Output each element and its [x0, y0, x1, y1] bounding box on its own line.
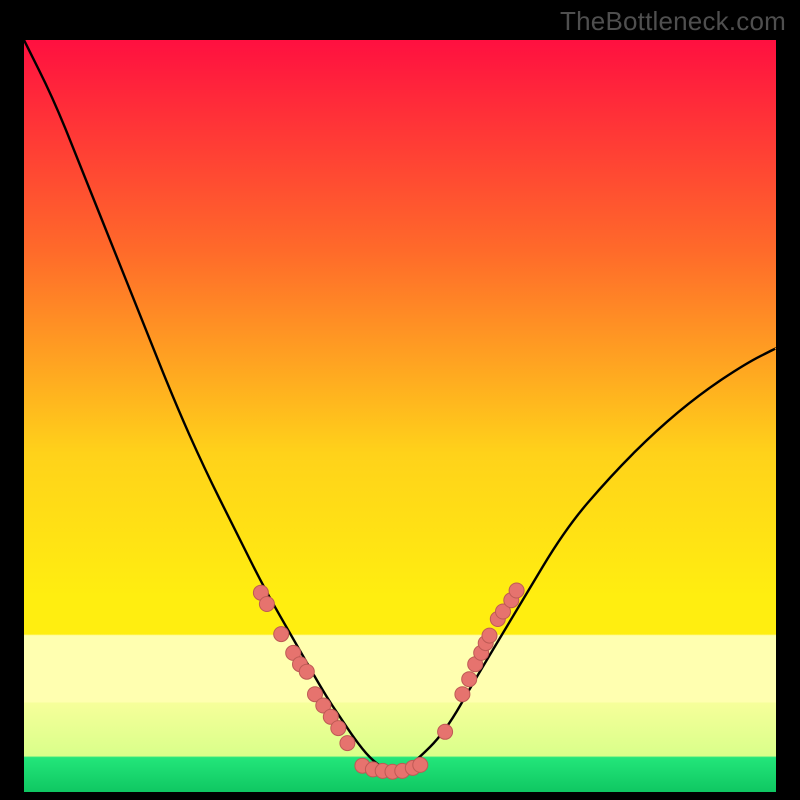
- curve-dot: [413, 757, 428, 772]
- curve-dot: [509, 583, 524, 598]
- curve-dot: [462, 672, 477, 687]
- watermark-text: TheBottleneck.com: [560, 6, 786, 37]
- curve-dot: [274, 627, 289, 642]
- curve-dot: [259, 597, 274, 612]
- gradient-background: [24, 40, 776, 792]
- curve-dot: [299, 664, 314, 679]
- curve-dot: [340, 736, 355, 751]
- curve-dot: [438, 724, 453, 739]
- bottleneck-chart: [24, 40, 776, 792]
- curve-dot: [482, 628, 497, 643]
- curve-dot: [455, 687, 470, 702]
- chart-frame: [24, 40, 776, 792]
- curve-dot: [331, 721, 346, 736]
